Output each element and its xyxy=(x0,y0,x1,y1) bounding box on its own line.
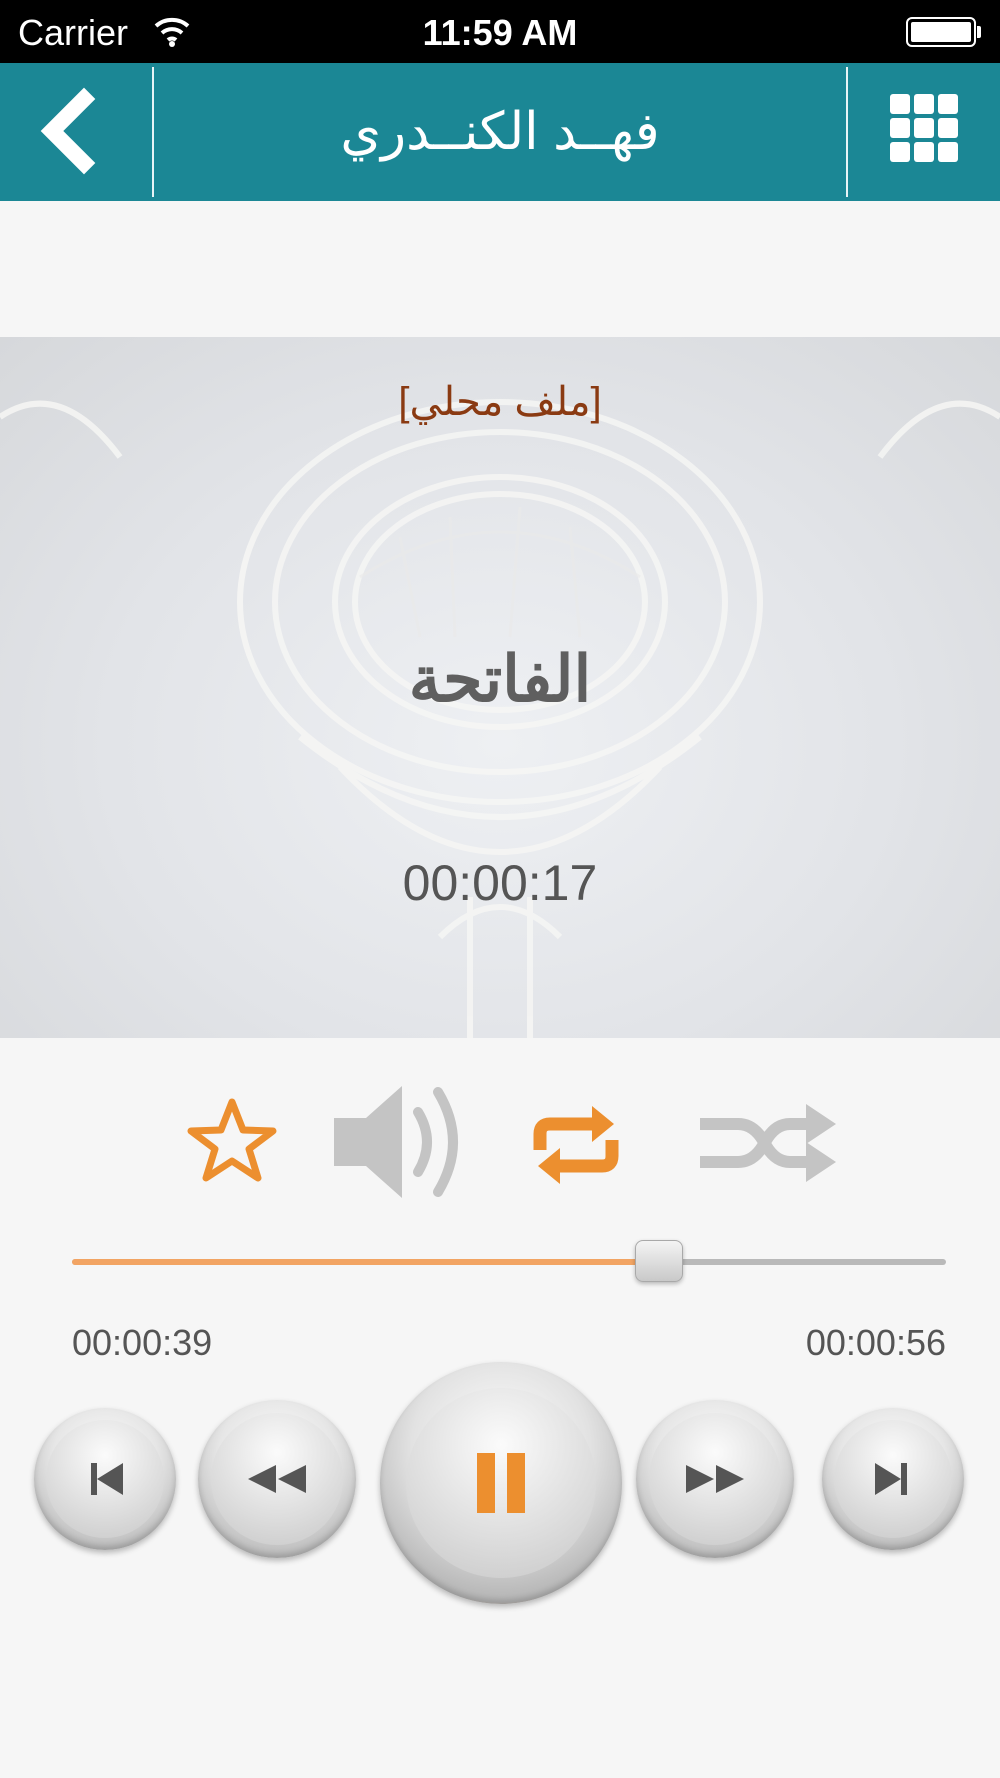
star-icon xyxy=(187,1098,277,1182)
fast-forward-button[interactable] xyxy=(636,1400,794,1558)
previous-track-button[interactable] xyxy=(34,1408,176,1550)
skip-back-icon xyxy=(91,1463,123,1495)
shuffle-icon xyxy=(700,1104,836,1182)
source-label: [ملف محلي] xyxy=(398,380,602,424)
repeat-icon xyxy=(533,1106,619,1184)
status-time: 11:59 AM xyxy=(422,12,578,53)
chevron-left-icon xyxy=(40,87,96,175)
nav-bar: فهــد الكنــدري xyxy=(0,63,1000,201)
rewind-button[interactable] xyxy=(198,1400,356,1558)
volume-button[interactable] xyxy=(330,1078,470,1206)
back-button[interactable] xyxy=(0,63,152,201)
elapsed-time: 00:00:39 xyxy=(72,1322,213,1363)
progress-fill xyxy=(72,1259,658,1265)
battery-icon xyxy=(906,17,976,47)
skip-forward-icon xyxy=(875,1463,907,1495)
current-position-time: 00:00:17 xyxy=(402,855,598,911)
surah-title: الفاتحة xyxy=(408,642,592,717)
play-pause-button[interactable] xyxy=(380,1362,622,1604)
shuffle-button[interactable] xyxy=(698,1090,840,1196)
total-time: 00:00:56 xyxy=(805,1322,946,1363)
speaker-icon xyxy=(334,1086,458,1198)
battery-tip xyxy=(977,26,981,38)
progress-slider-thumb[interactable] xyxy=(634,1240,683,1282)
rewind-icon xyxy=(248,1465,306,1493)
pause-icon xyxy=(477,1453,525,1513)
artwork-panel: [ملف محلي] الفاتحة 00:00:17 xyxy=(0,337,1000,1038)
repeat-button[interactable] xyxy=(528,1100,624,1190)
page-title: فهــد الكنــدري xyxy=(340,103,660,161)
next-track-button[interactable] xyxy=(822,1408,964,1550)
favorite-button[interactable] xyxy=(182,1092,282,1192)
menu-button[interactable] xyxy=(848,63,1000,201)
progress-track[interactable] xyxy=(72,1259,946,1265)
fast-forward-icon xyxy=(686,1465,744,1493)
grid-icon xyxy=(890,94,958,162)
status-bar: Carrier 11:59 AM xyxy=(0,0,1000,63)
